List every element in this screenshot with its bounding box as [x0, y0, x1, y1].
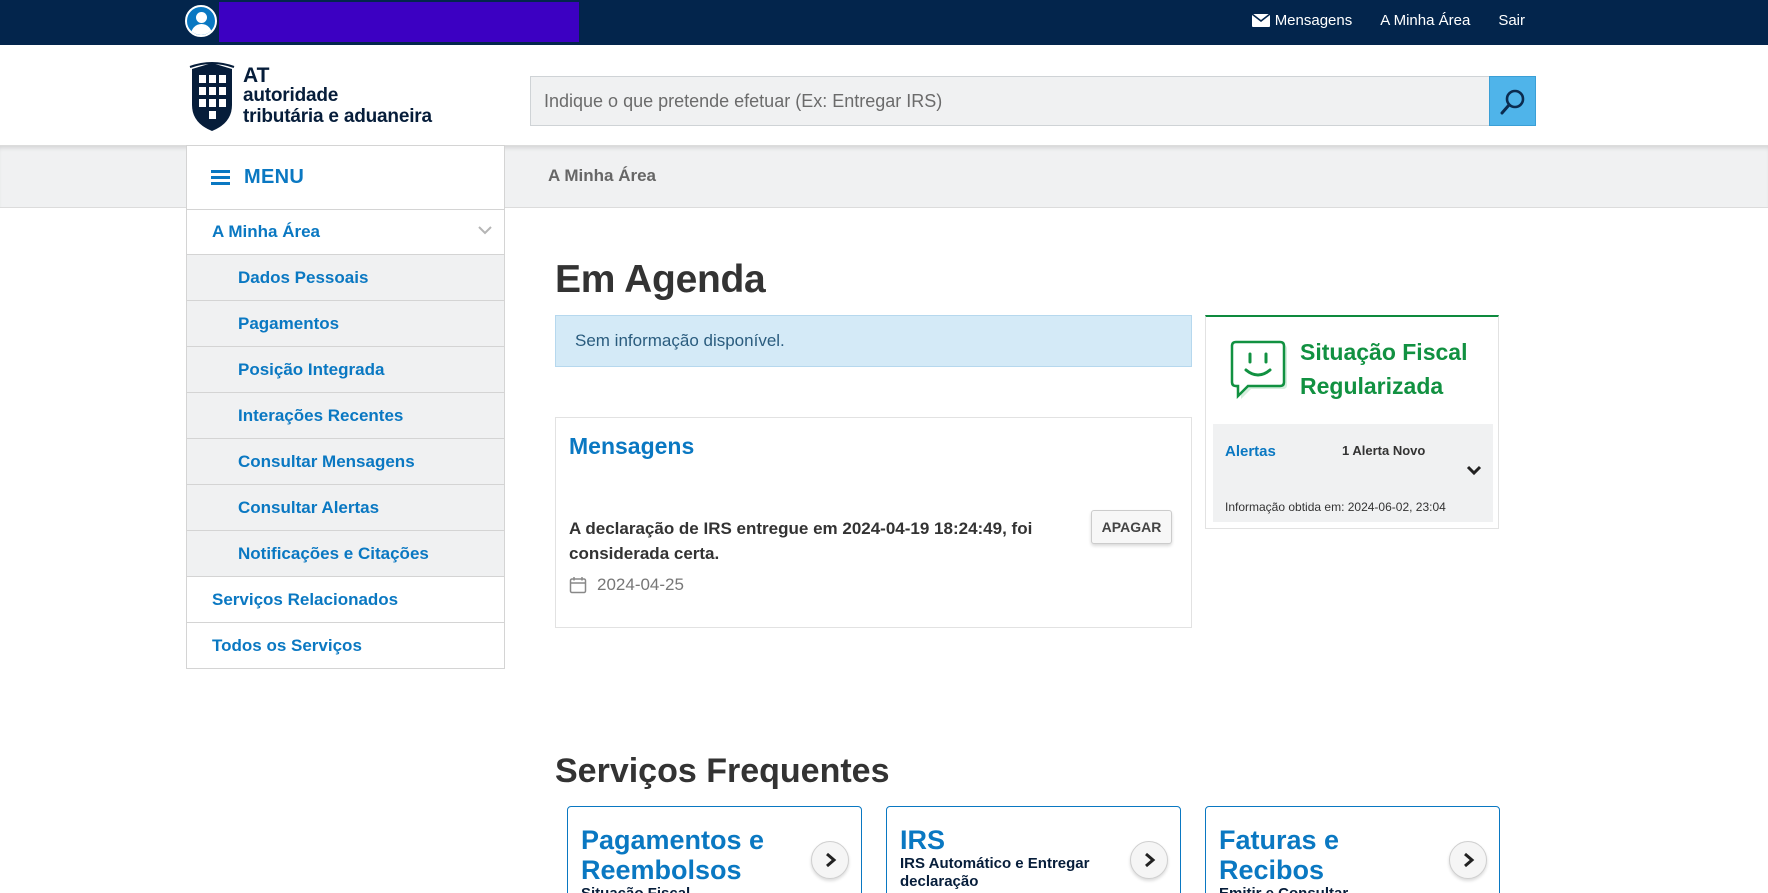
top-bar: Mensagens A Minha Área Sair [0, 0, 1768, 45]
fiscal-status-card: Situação Fiscal Regularizada Alertas 1 A… [1205, 315, 1499, 529]
service-card-subtitle: Situação Fiscal [581, 885, 791, 893]
service-card-faturas[interactable]: Faturas e Recibos Emitir e Consultar [1205, 806, 1500, 893]
top-links: Mensagens A Minha Área Sair [1251, 0, 1525, 40]
sidebar-item-consultar-mensagens[interactable]: Consultar Mensagens [186, 439, 505, 485]
sidebar-item-consultar-alertas[interactable]: Consultar Alertas [186, 485, 505, 531]
redacted-user-name [219, 2, 579, 42]
chevron-right-icon[interactable] [1449, 841, 1487, 879]
delete-message-button[interactable]: APAGAR [1091, 510, 1172, 544]
fiscal-status-title: Situação Fiscal Regularizada [1300, 335, 1467, 403]
message-date: 2024-04-25 [569, 575, 684, 595]
messages-link[interactable]: Mensagens [1251, 11, 1353, 29]
message-text: A declaração de IRS entregue em 2024-04-… [569, 519, 1033, 563]
service-card-title-text: Faturas e Recibos [1219, 825, 1340, 885]
fiscal-status-line2: Regularizada [1300, 373, 1444, 399]
page-title: Em Agenda [555, 258, 766, 301]
logo-at: AT [243, 64, 270, 87]
user-avatar-icon[interactable] [185, 5, 217, 37]
service-card-subtitle: IRS Automático e Entregar declaração [900, 855, 1090, 890]
at-logo[interactable]: AT autoridade tributária e aduaneira [188, 61, 458, 135]
menu-toggle[interactable]: MENU [186, 145, 505, 209]
frequent-services-title: Serviços Frequentes [555, 752, 890, 790]
sidebar-item-label: A Minha Área [212, 222, 321, 241]
menu-title: MENU [244, 166, 305, 188]
smiley-speech-icon [1230, 340, 1287, 400]
search-bar [530, 76, 1536, 126]
service-card-title: IRS IRS Automático e Entregar declaração [900, 825, 1115, 891]
logo-line2: tributária e aduaneira [243, 106, 432, 127]
logout-link[interactable]: Sair [1498, 12, 1525, 29]
sidebar-item-notificacoes[interactable]: Notificações e Citações [186, 531, 505, 577]
messages-card-title[interactable]: Mensagens [569, 433, 694, 460]
sidebar-item-servicos-relacionados[interactable]: Serviços Relacionados [186, 577, 505, 623]
messages-link-label: Mensagens [1274, 11, 1353, 29]
sidebar-item-minha-area[interactable]: A Minha Área [186, 209, 505, 255]
message-date-value: 2024-04-25 [597, 575, 684, 594]
breadcrumb[interactable]: A Minha Área [548, 166, 656, 186]
chevron-down-icon [478, 226, 492, 235]
chevron-right-icon[interactable] [811, 841, 849, 879]
fiscal-status-line1: Situação Fiscal [1300, 339, 1468, 365]
chevron-right-icon[interactable] [1130, 841, 1168, 879]
service-card-title: Pagamentos e Reembolsos Situação Fiscal [581, 825, 791, 893]
sidebar-item-posicao-integrada[interactable]: Posição Integrada [186, 347, 505, 393]
search-input[interactable] [530, 76, 1489, 126]
service-card-subtitle: Emitir e Consultar [1219, 885, 1429, 893]
header: AT autoridade tributária e aduaneira [0, 45, 1768, 145]
messages-card: Mensagens A declaração de IRS entregue e… [555, 417, 1192, 628]
search-icon [1500, 89, 1525, 115]
at-logo-text: AT autoridade tributária e aduaneira [243, 64, 432, 127]
sidebar-menu: MENU A Minha Área Dados Pessoais Pagamen… [186, 145, 505, 669]
envelope-icon [1251, 13, 1270, 27]
calendar-icon [569, 577, 587, 594]
alerts-link[interactable]: Alertas [1225, 443, 1276, 460]
service-card-title-text: IRS [900, 825, 946, 855]
service-card-irs[interactable]: IRS IRS Automático e Entregar declaração [886, 806, 1181, 893]
logo-line1: autoridade [243, 85, 339, 106]
service-card-title-text: Pagamentos e Reembolsos [581, 825, 765, 885]
at-shield-icon [189, 62, 235, 131]
chevron-down-icon[interactable] [1466, 465, 1482, 477]
service-card-title: Faturas e Recibos Emitir e Consultar [1219, 825, 1429, 893]
sidebar-item-pagamentos[interactable]: Pagamentos [186, 301, 505, 347]
alerts-info-timestamp: Informação obtida em: 2024-06-02, 23:04 [1225, 500, 1446, 514]
search-button[interactable] [1489, 76, 1536, 126]
sidebar-item-dados-pessoais[interactable]: Dados Pessoais [186, 255, 505, 301]
hamburger-icon [211, 170, 230, 185]
alerts-panel: Alertas 1 Alerta Novo Informação obtida … [1213, 424, 1493, 522]
agenda-info-alert: Sem informação disponível. [555, 315, 1192, 367]
my-area-link[interactable]: A Minha Área [1380, 12, 1470, 29]
alerts-count: 1 Alerta Novo [1342, 443, 1426, 458]
sidebar-item-todos-servicos[interactable]: Todos os Serviços [186, 623, 505, 669]
service-card-pagamentos[interactable]: Pagamentos e Reembolsos Situação Fiscal [567, 806, 862, 893]
sidebar-item-interacoes-recentes[interactable]: Interações Recentes [186, 393, 505, 439]
